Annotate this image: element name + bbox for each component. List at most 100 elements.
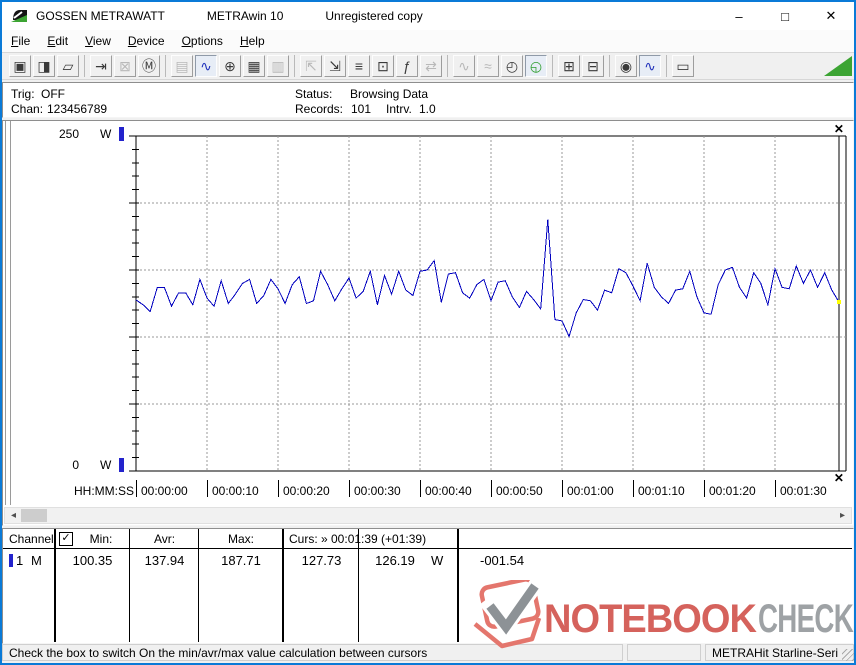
channel-color-marker [9,554,13,567]
zoom-wave-button[interactable]: ∿ [639,55,661,77]
laptop-logo-icon [473,580,546,649]
x-axis-tick [278,480,279,497]
channel-mode-cell: M [31,553,42,568]
menu-file[interactable]: File [3,31,38,51]
toolbar-separator [609,55,610,77]
toolbar-separator [552,55,553,77]
zoom-pan-button[interactable]: ◉ [615,55,637,77]
window-title-app: METRAwin 10 [206,9,284,23]
x-axis-label: 00:01:20 [709,484,756,498]
avr-value-cell: 137.94 [144,553,185,568]
window-title-license: Unregistered copy [325,9,423,23]
read-device-button[interactable]: ⇥ [90,55,112,77]
minmax-checkbox[interactable]: ✓ [59,532,73,546]
records-label: Records: [295,102,344,116]
toolbar-separator [294,55,295,77]
menu-device[interactable]: Device [120,31,173,51]
table-divider [457,529,459,642]
scroll-right-button[interactable]: ▸ [835,508,850,523]
y-axis-unit-bottom: W [100,458,112,472]
cursor2-value-cell: 126.19 [375,553,415,568]
table-divider [282,529,284,642]
minimize-button[interactable]: – [716,2,762,30]
print-preview-button[interactable]: ⊞ [558,55,580,77]
wave-single-button: ∿ [453,55,475,77]
curve-view-button[interactable]: ∿ [195,55,217,77]
x-axis-tick [562,480,563,497]
min-column-header: Min: [89,532,113,546]
min-value-cell: 100.35 [72,553,113,568]
channel-number-cell: 1 [16,553,24,568]
table-header-line [3,548,852,549]
x-axis-tick [136,480,137,497]
wave-multi-button: ≈ [477,55,499,77]
save-as-button[interactable]: ◨ [33,55,55,77]
scroll-thumb[interactable] [21,509,47,522]
save-file-button[interactable]: ▣ [9,55,31,77]
x-axis-tick [349,480,350,497]
x-axis-label: 00:00:50 [496,484,543,498]
x-axis-tick [491,480,492,497]
device-memory-button[interactable]: Ⓜ [138,55,160,77]
interval-label: Intrv. [386,102,412,116]
chart-scrollbar[interactable]: ◂ ▸ [4,507,852,524]
menu-view[interactable]: View [77,31,119,51]
interval-value: 1.0 [419,102,436,116]
channel-column-header: Channel: [9,532,58,546]
cursor-unit-cell: W [431,553,444,568]
y-max-marker[interactable] [119,127,124,141]
window-title-brand: GOSSEN METRAWATT [36,9,165,23]
time-database-button[interactable]: ◴ [501,55,523,77]
annotation-button[interactable]: ▭ [672,55,694,77]
x-axis-tick [420,480,421,497]
toolbar: ▣ ◨ ▱ ⇥ ⊠ Ⓜ ▤ ∿ ⊕ ▦ ▥ ⇱ ⇲ ≡ ⊡ ƒ ⇄ ∿ ≈ ◴ ◵ ⊞ ⊟ ◉ ∿ ▭ [2,53,854,80]
y-axis-unit-top: W [100,127,112,141]
clear-device-button: ⊠ [114,55,136,77]
chart-panel: ✕ ✕ 250 W 0 W HH:MM:SS 00:00:00 00:00:10 00… [2,120,854,526]
channel-label: Chan: [11,102,44,116]
x-axis-label: 00:00:40 [425,484,472,498]
close-button[interactable]: ✕ [808,2,854,30]
monitor-settings-button[interactable]: ⊡ [372,55,394,77]
y-axis-max-label: 250 [58,127,79,141]
channel-value: 123456789 [47,102,108,116]
print-button[interactable]: ⊟ [582,55,604,77]
toolbar-separator [165,55,166,77]
cursor-crosshair-button[interactable]: ⊕ [219,55,241,77]
records-value: 101 [351,102,372,116]
x-axis-label: 00:00:20 [283,484,330,498]
x-axis-tick [704,480,705,497]
scale-settings-button[interactable]: ≡ [348,55,370,77]
x-axis-format-label: HH:MM:SS [74,484,134,498]
app-icon [11,10,27,22]
menu-edit[interactable]: Edit [39,31,76,51]
x-axis-label: 00:00:30 [354,484,401,498]
table-divider [129,529,130,642]
maximize-button[interactable]: □ [762,2,808,30]
status-label: Status: [295,87,333,101]
cursor-delta-cell: -001.54 [480,553,525,568]
watermark-word-check: CHECK [758,597,854,641]
metrawin-window: GOSSEN METRAWATT METRAwin 10 Unregistere… [0,0,856,665]
scroll-left-button[interactable]: ◂ [6,508,21,523]
toolbar-separator [447,55,448,77]
y-min-marker[interactable] [119,458,124,472]
formula-fx-button[interactable]: ƒ [396,55,418,77]
x-axis-label: 00:01:00 [567,484,614,498]
menu-help[interactable]: Help [232,31,273,51]
table-divider [198,529,199,642]
toolbar-separator [84,55,85,77]
trigger-label: Trig: [11,87,35,101]
power-trace-plot[interactable]: ✕✕ [3,121,853,525]
remote-button: ⇄ [420,55,442,77]
timer-record-button[interactable]: ◵ [525,55,547,77]
title-bar: GOSSEN METRAWATT METRAwin 10 Unregistere… [2,2,854,30]
menu-options[interactable]: Options [174,31,231,51]
menu-bar: File Edit View Device Options Help [2,30,854,53]
open-file-button[interactable]: ▱ [57,55,79,77]
notebookcheck-watermark: NOTEBOOK CHECK [473,580,854,649]
transfer-left-button: ⇱ [300,55,322,77]
table-view-button[interactable]: ▦ [243,55,265,77]
transfer-right-button[interactable]: ⇲ [324,55,346,77]
x-axis-tick [775,480,776,497]
